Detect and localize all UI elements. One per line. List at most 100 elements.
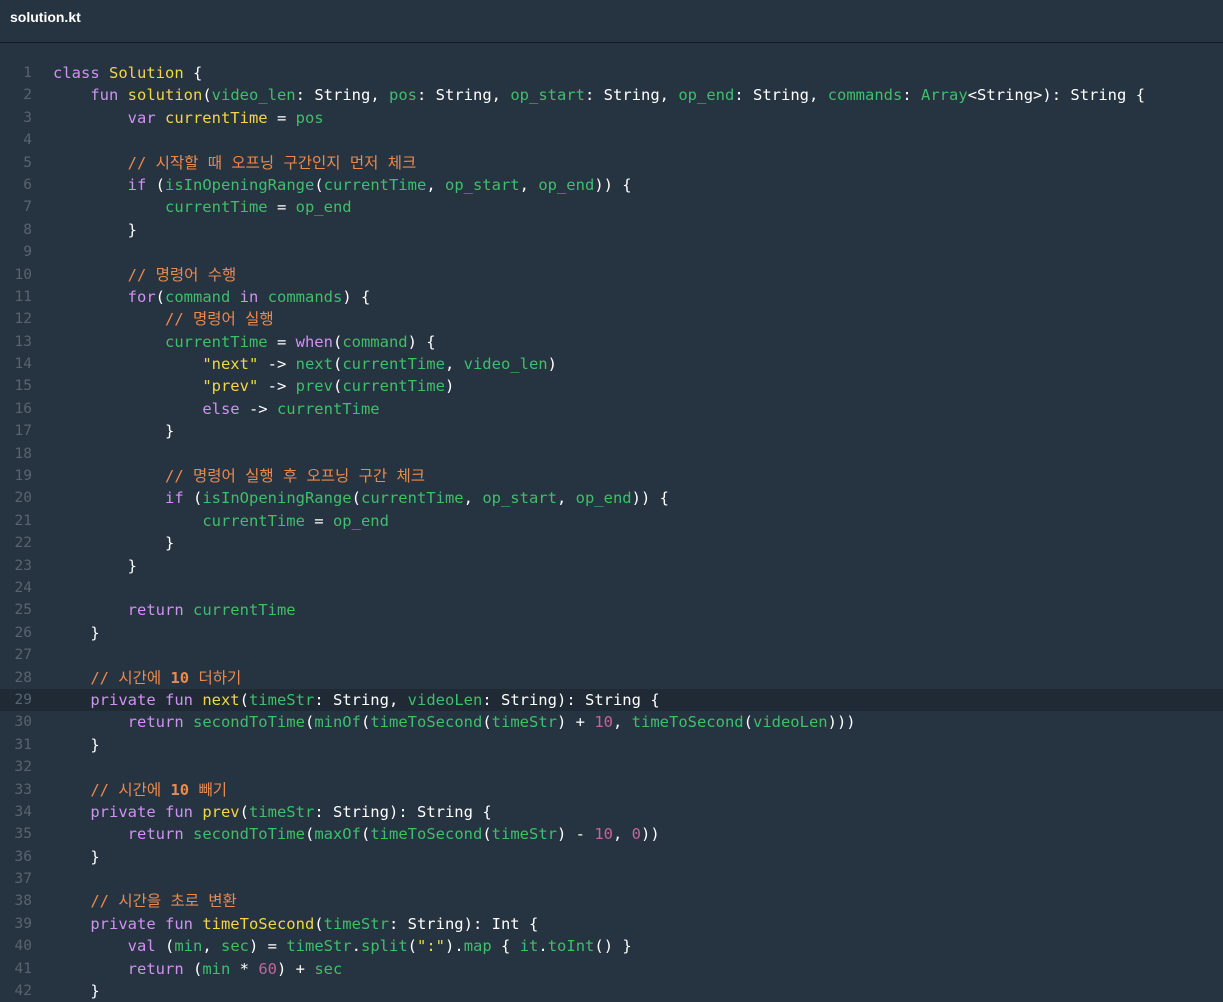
code-line[interactable]: 42 } [0,980,1223,1002]
code-text: // 시간에 10 더하기 [53,667,241,689]
line-number: 5 [23,154,32,171]
line-number: 30 [14,714,32,731]
line-number: 32 [14,759,32,776]
code-token: fun [90,86,128,105]
code-token: } [53,982,100,1001]
code-line[interactable]: 21 currentTime = op_end [0,510,1223,532]
code-token: ( [332,355,343,374]
code-token: ( [155,287,165,306]
code-token: , [809,86,828,105]
code-line[interactable]: 38 // 시간을 초로 변환 [0,890,1223,912]
code-line[interactable]: 41 return (min * 60) + sec [0,958,1223,980]
code-line[interactable]: 39 private fun timeToSecond(timeStr: Str… [0,913,1223,935]
code-line[interactable]: 6 if (isInOpeningRange(currentTime, op_s… [0,174,1223,196]
code-line[interactable]: 12 // 명령어 실행 [0,308,1223,330]
code-token: prev [202,802,240,821]
code-token: op_end [678,86,735,105]
code-line[interactable]: 3 var currentTime = pos [0,107,1223,129]
code-line[interactable]: 25 return currentTime [0,599,1223,621]
code-token: . [538,937,548,956]
code-text: return secondToTime(maxOf(timeToSecond(t… [53,823,660,845]
code-token: -> [258,355,296,374]
code-line[interactable]: 1 class Solution { [0,62,1223,84]
code-token: )) { [631,489,669,508]
code-line[interactable]: 26 } [0,622,1223,644]
code-text: currentTime = when(command) { [53,331,436,353]
code-token: timeStr [323,914,389,933]
code-token: } [53,623,100,642]
code-token: } [53,735,100,754]
line-number: 22 [14,535,32,552]
code-line[interactable]: 5 // 시작할 때 오프닝 구간인지 먼저 체크 [0,152,1223,174]
code-line[interactable]: 15 "prev" -> prev(currentTime) [0,375,1223,397]
code-token: ( [192,489,203,508]
code-line[interactable]: 14 "next" -> next(currentTime, video_len… [0,353,1223,375]
code-token: // 명령어 수행 [127,265,237,284]
code-token: ) + [277,959,315,978]
line-number: 42 [14,983,32,1000]
code-text: return secondToTime(minOf(timeToSecond(t… [53,711,856,733]
code-line[interactable]: 27 [0,644,1223,666]
code-line[interactable]: 32 [0,756,1223,778]
code-line[interactable]: 18 [0,443,1223,465]
code-token: 60 [258,959,277,978]
code-token: // 명령어 실행 후 오프닝 구간 체크 [164,467,426,486]
code-line[interactable]: 13 currentTime = when(command) { [0,331,1223,353]
code-line[interactable]: 10 // 명령어 수행 [0,264,1223,286]
code-text: if (isInOpeningRange(currentTime, op_sta… [53,487,669,509]
code-text: // 명령어 수행 [53,264,237,286]
code-line[interactable]: 19 // 명령어 실행 후 오프닝 구간 체크 [0,465,1223,487]
code-line[interactable]: 40 val (min, sec) = timeStr.split(":").m… [0,935,1223,957]
code-line[interactable]: 4 [0,129,1223,151]
code-token: timeStr [286,937,352,956]
code-token: currentTime [164,108,268,127]
code-line[interactable]: 24 [0,577,1223,599]
code-token: pos [295,108,324,127]
code-text: // 명령어 실행 [53,308,274,330]
code-line[interactable]: 35 return secondToTime(maxOf(timeToSecon… [0,823,1223,845]
code-line[interactable]: 36 } [0,846,1223,868]
code-editor[interactable]: 1 class Solution {2 fun solution(video_le… [0,62,1223,1002]
line-number: 11 [14,288,32,305]
code-token: 10 [170,780,190,799]
code-line[interactable]: 30 return secondToTime(minOf(timeToSecon… [0,711,1223,733]
code-line[interactable]: 8 } [0,219,1223,241]
code-token: return [127,825,193,844]
line-number: 36 [14,848,32,865]
code-token: () } [594,937,632,956]
code-line[interactable]: 29 private fun next(timeStr: String, vid… [0,688,1223,712]
code-token: )) { [594,175,632,194]
code-line[interactable]: 33 // 시간에 10 빼기 [0,779,1223,801]
code-line[interactable]: 37 [0,868,1223,890]
file-tab[interactable]: solution.kt [10,9,81,25]
code-token: , [519,175,539,194]
code-text: for(command in commands) { [53,286,371,308]
code-token: : [314,802,333,821]
code-token: , [388,690,408,709]
code-line[interactable]: 34 private fun prev(timeStr: String): St… [0,801,1223,823]
code-text: } [53,532,174,554]
code-line[interactable]: 9 [0,241,1223,263]
code-line[interactable]: 16 else -> currentTime [0,398,1223,420]
code-text: } [53,622,100,644]
code-line[interactable]: 20 if (isInOpeningRange(currentTime, op_… [0,487,1223,509]
code-line[interactable]: 17 } [0,420,1223,442]
code-token: // 시간에 [90,668,171,687]
code-token: videoLen [752,713,828,732]
line-number: 18 [14,445,32,462]
code-line[interactable]: 28 // 시간에 10 더하기 [0,667,1223,689]
code-line[interactable]: 22 } [0,532,1223,554]
code-line[interactable]: 2 fun solution(video_len: String, pos: S… [0,84,1223,106]
code-line[interactable]: 11 for(command in commands) { [0,286,1223,308]
code-line[interactable]: 23 } [0,555,1223,577]
code-line[interactable]: 7 currentTime = op_end [0,196,1223,218]
code-line[interactable]: 31 } [0,734,1223,756]
code-token: commands [267,287,343,306]
line-number: 2 [23,87,32,104]
code-token: ( [407,937,418,956]
code-token: ( [202,86,212,105]
